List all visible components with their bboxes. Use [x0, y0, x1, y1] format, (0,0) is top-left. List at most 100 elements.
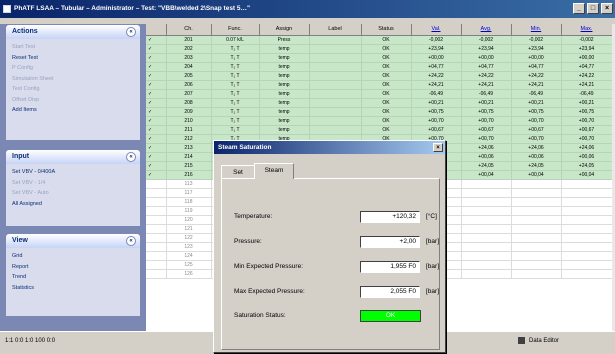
column-header[interactable]: Label [309, 24, 362, 36]
table-cell: 210 [166, 116, 212, 126]
row-check-cell[interactable]: ✓ [146, 152, 167, 162]
row-check-cell[interactable]: ✓ [146, 80, 167, 90]
input-set-vbv-auto[interactable]: Set VBV - Auto [12, 188, 134, 199]
column-header[interactable]: Min. [511, 24, 562, 36]
table-row[interactable]: ✓ 203 T₁ Ttemp OK +00,00 +00,00 +00,00 +00,00 [146, 53, 613, 63]
row-check-cell[interactable]: ✓ [146, 98, 167, 108]
dialog-titlebar[interactable]: Steam Saturation × [214, 141, 445, 154]
table-cell: +00,04 [561, 170, 613, 180]
table-cell: T₁ T [211, 62, 260, 72]
actions-panel: Actions « Start Test Reset Test P Config… [6, 25, 140, 140]
table-cell: +00,21 [461, 98, 512, 108]
row-check-cell[interactable]: ✓ [146, 62, 167, 72]
max-pressure-unit: [bar] [426, 288, 440, 295]
table-cell [309, 35, 362, 45]
collapse-icon[interactable]: « [126, 27, 136, 37]
view-trend[interactable]: Trend [12, 272, 134, 283]
close-button[interactable]: × [601, 3, 613, 14]
column-header[interactable]: Max. [561, 24, 613, 36]
row-check-cell[interactable]: ✓ [146, 89, 167, 99]
table-cell: OK [361, 62, 412, 72]
column-header[interactable]: Status [361, 24, 412, 36]
table-cell [561, 269, 613, 279]
row-check-cell[interactable]: ✓ [146, 116, 167, 126]
min-pressure-value[interactable]: 1,955 F0 [360, 261, 420, 273]
temperature-value[interactable]: +120,32 [360, 211, 420, 223]
table-cell [511, 215, 562, 225]
table-row[interactable]: ✓ 210 T₁ Ttemp OK +00,70 +00,70 +00,70 +00,70 [146, 116, 613, 126]
row-check-cell[interactable]: ✓ [146, 35, 167, 45]
table-row[interactable]: ✓ 208 T₁ Ttemp OK +00,21 +00,21 +00,21 +00,21 [146, 98, 613, 108]
column-header[interactable]: Avg. [461, 24, 512, 36]
row-check-cell[interactable]: ✓ [146, 134, 167, 144]
minimize-button[interactable]: _ [573, 3, 585, 14]
table-row[interactable]: ✓ 207 T₁ Ttemp OK -06,49 -06,49 -06,49 -06,49 [146, 89, 613, 99]
row-check-cell[interactable]: ✓ [146, 107, 167, 117]
view-grid[interactable]: Grid [12, 251, 134, 262]
row-check-cell[interactable]: ✓ [146, 44, 167, 54]
dialog-close-button[interactable]: × [433, 143, 443, 152]
column-header[interactable]: Func. [211, 24, 260, 36]
row-check-cell[interactable]: ✓ [146, 161, 167, 171]
action-start-test[interactable]: Start Test [12, 42, 134, 53]
table-cell: +24,06 [511, 143, 562, 153]
table-cell: T₁ T [211, 71, 260, 81]
row-check-cell[interactable]: ✓ [146, 170, 167, 180]
tab-steam[interactable]: Steam [254, 163, 294, 179]
table-cell: +00,06 [561, 152, 613, 162]
table-row[interactable]: ✓ 201 0.07 k/L Press OK -0,002 -0,002 -0,002 -0,… [146, 35, 613, 45]
row-check-cell[interactable]: ✓ [146, 143, 167, 153]
table-row[interactable]: ✓ 202 T₁ Ttemp OK +23,94 +23,94 +23,94 +23,94 [146, 44, 613, 54]
input-all-assigned[interactable]: All Assigned [12, 199, 134, 210]
table-cell [561, 242, 613, 252]
actions-panel-title: Actions [12, 28, 38, 35]
table-cell [511, 206, 562, 216]
column-header[interactable]: Assign [259, 24, 310, 36]
view-statistics[interactable]: Statistics [12, 283, 134, 294]
input-set-vbv-1[interactable]: Set VBV - 1/4 [12, 178, 134, 189]
input-set-vbv-0[interactable]: Set VBV - 0/400A [12, 167, 134, 178]
view-report[interactable]: Report [12, 262, 134, 273]
table-row[interactable]: ✓ 204 T₁ Ttemp OK +04,77 +04,77 +04,77 +04,77 [146, 62, 613, 72]
view-panel-header[interactable]: View « [6, 234, 140, 248]
table-cell: -06,49 [561, 89, 613, 99]
action-reset-test[interactable]: Reset Test [12, 53, 134, 64]
row-check-cell[interactable]: ✓ [146, 71, 167, 81]
column-header[interactable]: Val. [411, 24, 462, 36]
table-cell: 206 [166, 80, 212, 90]
table-cell [146, 215, 167, 225]
collapse-icon[interactable]: « [126, 152, 136, 162]
table-cell [561, 224, 613, 234]
table-cell [461, 224, 512, 234]
table-cell [461, 215, 512, 225]
saturation-status-row: Saturation Status: OK [234, 310, 434, 323]
maximize-button[interactable]: □ [587, 3, 599, 14]
table-cell [461, 233, 512, 243]
table-cell: temp [259, 80, 310, 90]
action-simulation-sheet[interactable]: Simulation Sheet [12, 74, 134, 85]
table-row[interactable]: ✓ 206 T₁ Ttemp OK +24,21 +24,21 +24,21 +24,21 [146, 80, 613, 90]
action-test-config[interactable]: Test Config [12, 84, 134, 95]
action-p-config[interactable]: P Config [12, 63, 134, 74]
column-header[interactable]: Ch. [166, 24, 212, 36]
app-icon [3, 5, 11, 13]
row-check-cell[interactable]: ✓ [146, 125, 167, 135]
table-row[interactable]: ✓ 205 T₁ Ttemp OK +24,22 +24,22 +24,22 +24,22 [146, 71, 613, 81]
table-cell [561, 188, 613, 198]
action-add-items[interactable]: Add Items [12, 105, 134, 116]
actions-panel-header[interactable]: Actions « [6, 25, 140, 39]
tab-set[interactable]: Set [221, 165, 255, 179]
collapse-icon[interactable]: « [126, 236, 136, 246]
pressure-unit: [bar] [426, 238, 440, 245]
table-row[interactable]: ✓ 209 T₁ Ttemp OK +00,75 +00,75 +00,75 +00,75 [146, 107, 613, 117]
max-pressure-value[interactable]: 2,055 F0 [360, 286, 420, 298]
table-cell: +24,06 [561, 143, 613, 153]
row-check-cell[interactable]: ✓ [146, 53, 167, 63]
action-offset-disp[interactable]: Offset Disp [12, 95, 134, 106]
table-row[interactable]: ✓ 211 T₁ Ttemp OK +00,67 +00,67 +00,67 +00,67 [146, 125, 613, 135]
input-panel-header[interactable]: Input « [6, 150, 140, 164]
table-cell [511, 197, 562, 207]
pressure-value[interactable]: +2,00 [360, 236, 420, 248]
column-header[interactable] [146, 24, 167, 36]
table-cell [561, 251, 613, 261]
